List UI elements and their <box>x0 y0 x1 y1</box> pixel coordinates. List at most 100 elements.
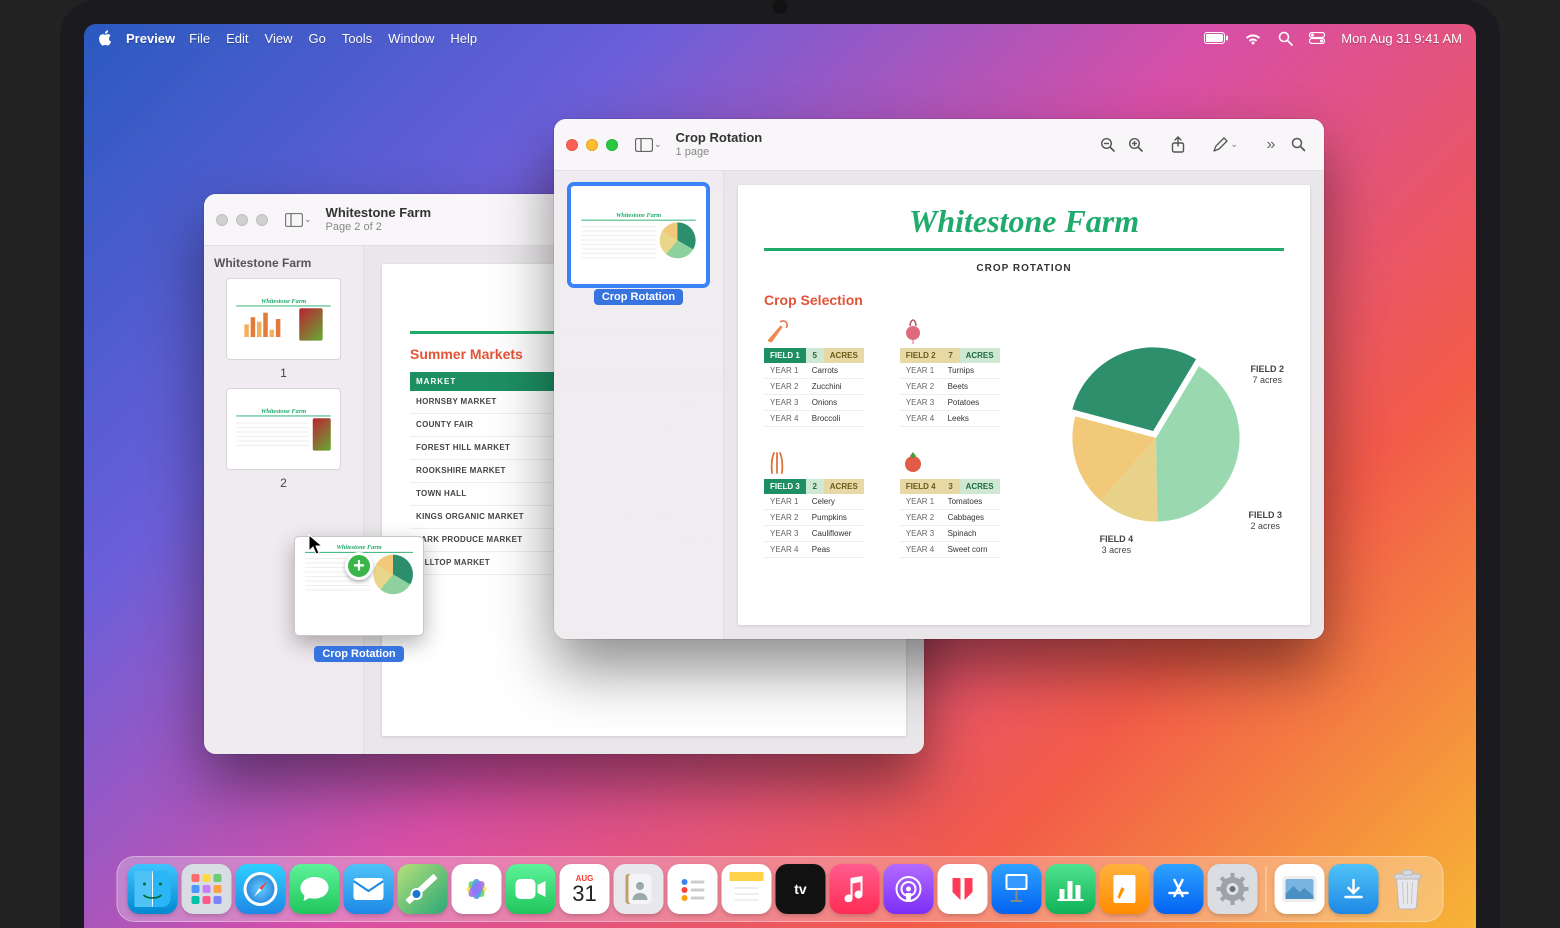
crop-field-block: FIELD 4 3 ACRES YEAR 1TomatoesYEAR 2Cabb… <box>900 449 1000 558</box>
pie-label-field3: FIELD 32 acres <box>1248 510 1282 532</box>
fullscreen-button[interactable] <box>256 214 268 226</box>
dock-music[interactable] <box>830 864 880 914</box>
window-controls <box>566 139 618 151</box>
zoom-in-button[interactable] <box>1122 131 1150 159</box>
dock-photos[interactable] <box>452 864 502 914</box>
doc-subtitle: CROP ROTATION <box>764 263 1284 274</box>
sidebar-mode-caret[interactable]: ⌄ <box>304 214 312 225</box>
zoom-out-button[interactable] <box>1094 131 1122 159</box>
document-page: Whitestone Farm CROP ROTATION Crop Selec… <box>738 185 1310 625</box>
window-subtitle: 1 page <box>676 146 763 159</box>
table-row: YEAR 2Pumpkins <box>764 510 864 526</box>
thumbnail-label-2: 2 <box>214 476 353 490</box>
dock-tv[interactable]: tv <box>776 864 826 914</box>
window-controls <box>216 214 268 226</box>
table-row: YEAR 1Carrots <box>764 363 864 379</box>
dock-finder[interactable] <box>128 864 178 914</box>
dock-news[interactable] <box>938 864 988 914</box>
dock-contacts[interactable] <box>614 864 664 914</box>
spotlight-icon[interactable] <box>1278 31 1293 46</box>
control-center-icon[interactable] <box>1309 32 1325 44</box>
menu-help[interactable]: Help <box>450 31 477 46</box>
menubar: Preview File Edit View Go Tools Window H… <box>84 24 1476 52</box>
active-app-name[interactable]: Preview <box>126 31 175 46</box>
thumbnails-sidebar: Whitestone Farm Crop Rotation <box>554 171 724 639</box>
crop-field-block: FIELD 3 2 ACRES YEAR 1CeleryYEAR 2Pumpki… <box>764 449 864 558</box>
dock-separator <box>1266 866 1267 912</box>
close-button[interactable] <box>216 214 228 226</box>
table-row: YEAR 3Cauliflower <box>764 526 864 542</box>
window-title: Whitestone Farm <box>326 205 431 221</box>
celery-icon <box>764 449 864 475</box>
dock-preview-doc[interactable] <box>1275 864 1325 914</box>
preview-window-crop-rotation: ⌄ Crop Rotation 1 page ⌄ » <box>554 119 1324 639</box>
table-row: YEAR 4Sweet corn <box>900 542 1000 558</box>
dock-reminders[interactable] <box>668 864 718 914</box>
close-button[interactable] <box>566 139 578 151</box>
table-row: YEAR 4Broccoli <box>764 411 864 427</box>
dock-mail[interactable] <box>344 864 394 914</box>
toolbar-overflow-button[interactable]: » <box>1256 131 1284 159</box>
table-row: YEAR 4Leeks <box>900 411 1000 427</box>
menubar-clock[interactable]: Mon Aug 31 9:41 AM <box>1341 31 1462 46</box>
share-button[interactable] <box>1164 131 1192 159</box>
dock-trash[interactable] <box>1383 864 1433 914</box>
thumbnail-label: Crop Rotation <box>594 289 683 305</box>
drag-ghost-label: Crop Rotation <box>314 646 403 662</box>
table-row: YEAR 3Potatoes <box>900 395 1000 411</box>
minimize-button[interactable] <box>236 214 248 226</box>
menu-tools[interactable]: Tools <box>342 31 372 46</box>
apple-menu[interactable] <box>98 30 112 46</box>
dock-launchpad[interactable] <box>182 864 232 914</box>
dock-calendar[interactable]: AUG31 <box>560 864 610 914</box>
thumbnail-page-2[interactable]: Whitestone Farm <box>226 388 341 470</box>
sidebar-mode-caret[interactable]: ⌄ <box>654 139 662 150</box>
crop-field-block: FIELD 1 5 ACRES YEAR 1CarrotsYEAR 2Zucch… <box>764 318 864 427</box>
table-row: YEAR 2Zucchini <box>764 379 864 395</box>
table-row: YEAR 3Onions <box>764 395 864 411</box>
menu-view[interactable]: View <box>265 31 293 46</box>
beet-icon <box>900 318 1000 344</box>
section-heading: Crop Selection <box>764 292 1284 308</box>
menu-file[interactable]: File <box>189 31 210 46</box>
doc-title: Whitestone Farm <box>764 203 1284 240</box>
search-button[interactable] <box>1284 131 1312 159</box>
table-row: YEAR 1Tomatoes <box>900 494 1000 510</box>
sidebar-doc-title: Whitestone Farm <box>214 256 353 270</box>
dock-facetime[interactable] <box>506 864 556 914</box>
thumbnail-page-1[interactable]: Whitestone Farm <box>570 185 707 285</box>
markup-caret[interactable]: ⌄ <box>1230 139 1238 150</box>
window-subtitle: Page 2 of 2 <box>326 221 431 234</box>
battery-status-icon[interactable] <box>1204 32 1228 44</box>
table-row: YEAR 3Spinach <box>900 526 1000 542</box>
dock-appstore[interactable] <box>1154 864 1204 914</box>
menu-window[interactable]: Window <box>388 31 434 46</box>
carrot-icon <box>764 318 864 344</box>
crop-field-block: FIELD 2 7 ACRES YEAR 1TurnipsYEAR 2Beets… <box>900 318 1000 427</box>
dock-keynote[interactable] <box>992 864 1042 914</box>
thumbnail-label-1: 1 <box>214 366 353 380</box>
dock-numbers[interactable] <box>1046 864 1096 914</box>
dock-messages[interactable] <box>290 864 340 914</box>
wifi-status-icon[interactable] <box>1244 32 1262 45</box>
dock-pages[interactable] <box>1100 864 1150 914</box>
dock-podcasts[interactable] <box>884 864 934 914</box>
dock-safari[interactable] <box>236 864 286 914</box>
dock-notes[interactable] <box>722 864 772 914</box>
dock: AUG31 tv <box>117 856 1444 922</box>
table-row: YEAR 1Turnips <box>900 363 1000 379</box>
drag-add-badge-icon: + <box>345 552 373 580</box>
pie-label-field1: FIELD 15 acres <box>1046 374 1080 396</box>
pie-chart: FIELD 15 acres FIELD 27 acres FIELD 32 a… <box>1028 318 1284 558</box>
dock-settings[interactable] <box>1208 864 1258 914</box>
dock-maps[interactable] <box>398 864 448 914</box>
pie-label-field2: FIELD 27 acres <box>1250 364 1284 386</box>
menu-edit[interactable]: Edit <box>226 31 248 46</box>
minimize-button[interactable] <box>586 139 598 151</box>
window-title: Crop Rotation <box>676 130 763 146</box>
thumbnail-page-1[interactable]: Whitestone Farm <box>226 278 341 360</box>
fullscreen-button[interactable] <box>606 139 618 151</box>
table-row: YEAR 2Beets <box>900 379 1000 395</box>
menu-go[interactable]: Go <box>308 31 325 46</box>
dock-downloads[interactable] <box>1329 864 1379 914</box>
